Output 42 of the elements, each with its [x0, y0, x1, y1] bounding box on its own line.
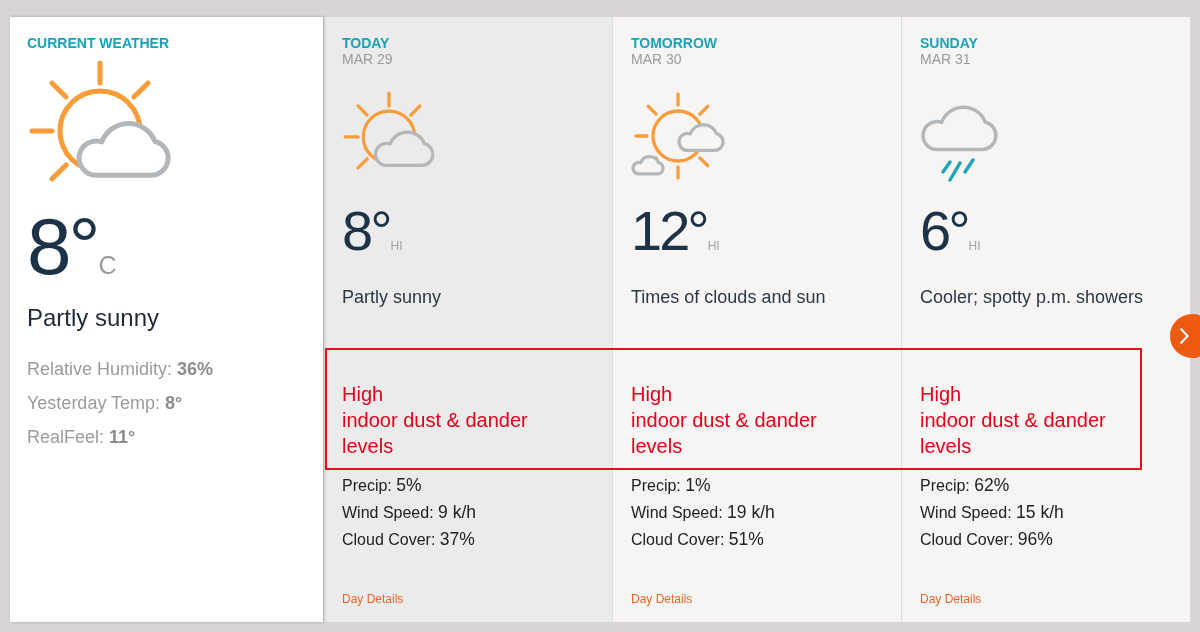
stat-text: Yesterday Temp: 8°	[27, 392, 184, 415]
allergy-alert-text: High indoor dust & dander levels	[342, 382, 528, 459]
hi-label: HI	[968, 239, 981, 253]
unit-text: C	[98, 253, 117, 278]
condition-text: Partly sunny	[27, 303, 160, 333]
condition-text: Cooler; spotty p.m. showers	[920, 286, 1144, 308]
hi-label: HI	[390, 239, 403, 253]
temperature-text: 8°	[27, 207, 98, 287]
condition-text: Times of clouds and sun	[631, 286, 826, 308]
detail-text: Wind Speed: 15 k/h	[920, 501, 1064, 524]
temperature-text: 6°	[920, 203, 968, 259]
sun-cloud-icon	[342, 91, 436, 170]
allergy-alert-text: High indoor dust & dander levels	[631, 382, 817, 459]
temperature-text: 8°	[342, 203, 390, 259]
detail-text: Precip: 5%	[342, 474, 423, 497]
condition-text: Partly sunny	[342, 286, 442, 308]
temperature-text: 12°	[631, 203, 707, 259]
date-text: MAR 29	[342, 51, 393, 67]
hi-label: HI	[707, 239, 720, 253]
detail-text: Wind Speed: 9 k/h	[342, 501, 476, 524]
day-card[interactable]: TOMORROW MAR 30 12°HI Times of clouds and sun High indoor dust & dander levels Precip: 1% Wind Speed: 19 k/h Cloud Cover: 51% Day Details	[612, 17, 901, 622]
section-heading: CURRENT WEATHER	[27, 35, 170, 51]
detail-text: Wind Speed: 19 k/h	[631, 501, 775, 524]
day-card[interactable]: SUNDAY MAR 31 6°HI Cooler; spotty p.m. showers High indoor dust & dander levels Precip: 62% Wind Speed: 15 k/h Cloud Cover: 96% Day Details	[901, 17, 1190, 622]
day-name: TOMORROW	[631, 35, 718, 51]
day-name: SUNDAY	[920, 35, 978, 51]
date-text: MAR 31	[920, 51, 971, 67]
detail-text: Precip: 62%	[920, 474, 1011, 497]
chevron-right-icon	[1180, 328, 1189, 344]
detail-text: Cloud Cover: 51%	[631, 528, 765, 551]
allergy-alert-text: High indoor dust & dander levels	[920, 382, 1106, 459]
detail-text: Cloud Cover: 96%	[920, 528, 1054, 551]
sun-clouds-icon	[631, 90, 725, 181]
detail-text: Cloud Cover: 37%	[342, 528, 476, 551]
stat-text: RealFeel: 11°	[27, 426, 137, 449]
day-card[interactable]: TODAY MAR 29 8°HI Partly sunny High indoor dust & dander levels Precip: 5% Wind Speed: 9 k/h Cloud Cover: 37% Day Details	[323, 17, 612, 622]
sun-cloud-icon	[27, 60, 173, 182]
stat-text: Relative Humidity: 36%	[27, 358, 214, 381]
detail-text: Precip: 1%	[631, 474, 712, 497]
date-text: MAR 30	[631, 51, 682, 67]
rain-cloud-icon	[920, 104, 1000, 182]
day-name: TODAY	[342, 35, 390, 51]
